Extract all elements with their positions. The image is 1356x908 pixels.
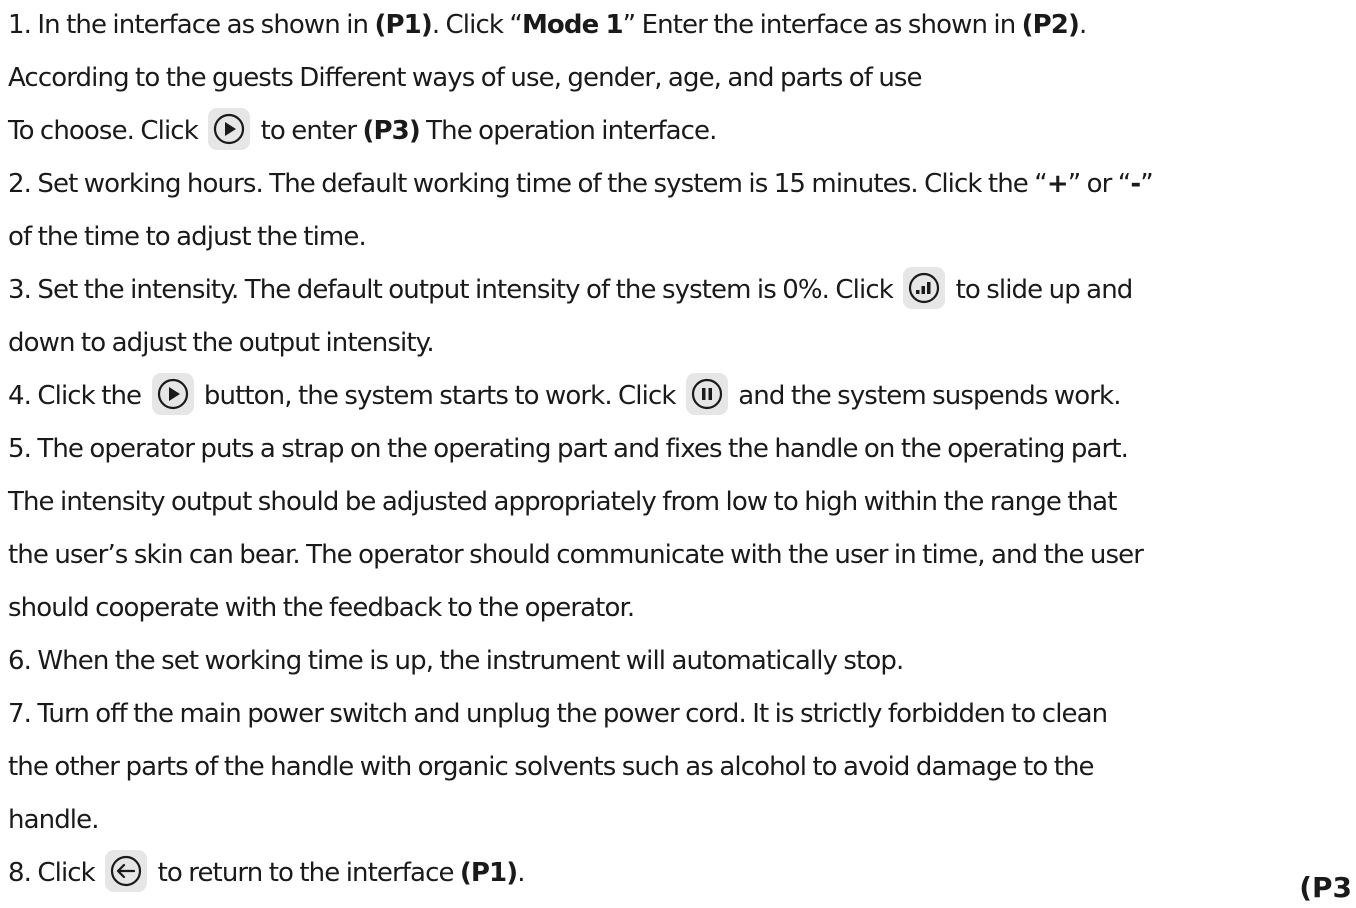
ref-p1: (P1) — [374, 10, 433, 40]
play-icon — [208, 107, 251, 150]
text: 2. Set working hours. The default workin… — [8, 169, 1048, 199]
text: to return to the interface — [151, 858, 460, 888]
text: to slide up and — [949, 275, 1134, 305]
text: To choose. Click — [8, 116, 205, 146]
step-7-line-3: handle. — [8, 799, 99, 841]
text: 8. Click — [8, 858, 102, 888]
step-1-line-2: According to the guests Different ways o… — [8, 57, 923, 99]
text: 1. In the interface as shown in — [8, 10, 375, 40]
step-3-line-2: down to adjust the output intensity. — [8, 322, 435, 364]
text: 7. Turn off the main power switch and un… — [8, 699, 1108, 729]
step-6-line: 6. When the set working time is up, the … — [8, 640, 904, 682]
text: to enter — [254, 116, 363, 146]
text: . — [517, 858, 525, 888]
page-ref-label: (P3 — [1299, 871, 1352, 904]
step-2-line-2: of the time to adjust the time. — [8, 216, 367, 258]
text: the user’s skin can bear. The operator s… — [8, 540, 1144, 570]
text: button, the system starts to work. Click — [197, 381, 682, 411]
step-1-line: 1. In the interface as shown in (P1). Cl… — [8, 4, 1087, 46]
ref-p2: (P2) — [1021, 10, 1080, 40]
ref-p1: (P1) — [459, 858, 518, 888]
text: handle. — [8, 805, 99, 835]
pause-icon — [685, 372, 728, 415]
text: . — [1078, 10, 1087, 40]
step-1-line-3: To choose. Click to enter (P3) The opera… — [8, 107, 717, 152]
text: ” Enter the interface as shown in — [622, 10, 1022, 40]
play-icon — [151, 372, 194, 415]
step-5-line-2: The intensity output should be adjusted … — [8, 481, 1117, 523]
minus-symbol: - — [1130, 169, 1141, 199]
step-8-line: 8. Click to return to the interface (P1)… — [8, 849, 526, 894]
back-arrow-icon — [105, 849, 148, 892]
text: ” — [1140, 169, 1153, 199]
text: and the system suspends work. — [731, 381, 1121, 411]
text: 6. When the set working time is up, the … — [8, 646, 904, 676]
step-5-line-3: the user’s skin can bear. The operator s… — [8, 534, 1144, 576]
text: should cooperate with the feedback to th… — [8, 593, 635, 623]
text: the other parts of the handle with organ… — [8, 752, 1095, 782]
text: The operation interface. — [419, 116, 717, 146]
text: 3. Set the intensity. The default output… — [8, 275, 900, 305]
text: The intensity output should be adjusted … — [8, 487, 1117, 517]
signal-icon — [903, 266, 946, 309]
text: ” or “ — [1067, 169, 1132, 199]
step-5-line: 5. The operator puts a strap on the oper… — [8, 428, 1129, 470]
text: 5. The operator puts a strap on the oper… — [8, 434, 1129, 464]
step-5-line-4: should cooperate with the feedback to th… — [8, 587, 635, 629]
text: . Click “ — [431, 10, 523, 40]
text: of the time to adjust the time. — [8, 222, 367, 252]
plus-symbol: + — [1046, 169, 1069, 199]
step-7-line: 7. Turn off the main power switch and un… — [8, 693, 1108, 735]
ref-p3: (P3) — [362, 116, 420, 146]
step-3-line: 3. Set the intensity. The default output… — [8, 266, 1134, 311]
text: 4. Click the — [8, 381, 148, 411]
mode-1-label: Mode 1 — [521, 10, 624, 40]
text: According to the guests Different ways o… — [8, 63, 923, 93]
step-7-line-2: the other parts of the handle with organ… — [8, 746, 1095, 788]
step-4-line: 4. Click the button, the system starts t… — [8, 372, 1121, 417]
text: down to adjust the output intensity. — [8, 328, 435, 358]
step-2-line: 2. Set working hours. The default workin… — [8, 163, 1154, 205]
